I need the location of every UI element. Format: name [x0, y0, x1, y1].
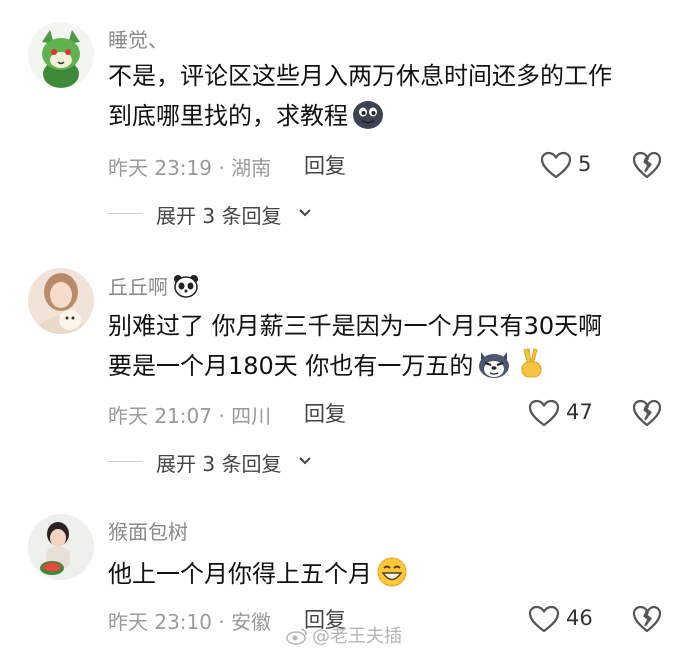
comment-text: 他上一个月你得上五个月 [108, 554, 668, 600]
divider-dash [108, 213, 142, 214]
avatar[interactable] [28, 22, 94, 88]
expand-replies-label: 展开 3 条回复 [156, 204, 282, 228]
comment-meta-row: 昨天 23:19 · 湖南 回复 5 [0, 150, 690, 180]
heart-icon [528, 605, 560, 633]
comment-meta: 昨天 23:10 · 安徽 [108, 610, 272, 634]
comment-text-line: 不是，评论区这些月入两万休息时间还多的工作 [108, 62, 612, 90]
like-count: 5 [578, 152, 592, 176]
weibo-logo-icon [286, 627, 308, 650]
victory-hand-emoji-icon [515, 346, 547, 392]
dislike-button[interactable] [632, 604, 662, 638]
expand-replies-label: 展开 3 条回复 [156, 452, 282, 476]
comment-text: 不是，评论区这些月入两万休息时间还多的工作 到底哪里找的，求教程 [108, 56, 668, 142]
comment-text-line: 到底哪里找的，求教程 [108, 96, 668, 142]
username[interactable]: 睡觉、 [108, 28, 168, 52]
watermark-text: @老王夫插 [312, 626, 402, 647]
comment-text-segment: 到底哪里找的，求教程 [108, 102, 348, 130]
reply-button[interactable]: 回复 [304, 398, 346, 428]
expand-replies-button[interactable]: 展开 3 条回复 [108, 200, 328, 228]
comment-text-line: 他上一个月你得上五个月 [108, 554, 668, 600]
comment-meta-row: 昨天 21:07 · 四川 回复 47 [0, 398, 690, 428]
divider-dash [108, 461, 142, 462]
heart-icon [540, 151, 572, 179]
comment-text-line: 别难过了 你月薪三千是因为一个月只有30天啊 [108, 312, 603, 340]
panda-badge-icon [172, 274, 200, 298]
like-count: 46 [566, 606, 593, 630]
dark-blob-emoji-icon [351, 98, 385, 142]
comment-meta: 昨天 23:19 · 湖南 [108, 156, 272, 180]
chevron-down-icon [299, 457, 311, 465]
green-cat-avatar-icon [28, 22, 94, 88]
comment-text: 别难过了 你月薪三千是因为一个月只有30天啊 要是一个月180天 你也有一万五的 [108, 306, 668, 392]
broken-heart-icon [632, 605, 662, 633]
watermark: @老王夫插 [286, 622, 402, 650]
expand-replies-button[interactable]: 展开 3 条回复 [108, 448, 328, 476]
avatar[interactable] [28, 268, 94, 334]
dislike-button[interactable] [632, 398, 662, 432]
broken-heart-icon [632, 151, 662, 179]
comment-text-line: 要是一个月180天 你也有一万五的 [108, 346, 668, 392]
husky-emoji-icon [476, 348, 512, 392]
username-text: 丘丘啊 [108, 275, 168, 299]
broken-heart-icon [632, 399, 662, 427]
avatar[interactable] [28, 514, 94, 580]
comment-meta: 昨天 21:07 · 四川 [108, 404, 272, 428]
reply-button[interactable]: 回复 [304, 150, 346, 180]
dislike-button[interactable] [632, 150, 662, 184]
username[interactable]: 猴面包树 [108, 520, 188, 544]
child-avatar-icon [28, 514, 94, 580]
like-count: 47 [566, 400, 593, 424]
comment-text-segment: 他上一个月你得上五个月 [108, 560, 372, 588]
heart-icon [528, 399, 560, 427]
grin-emoji-icon [375, 556, 409, 600]
chevron-down-icon [299, 209, 311, 217]
username[interactable]: 丘丘啊 [108, 274, 200, 299]
comment-text-segment: 要是一个月180天 你也有一万五的 [108, 352, 474, 380]
girl-with-dog-avatar-icon [28, 268, 94, 334]
